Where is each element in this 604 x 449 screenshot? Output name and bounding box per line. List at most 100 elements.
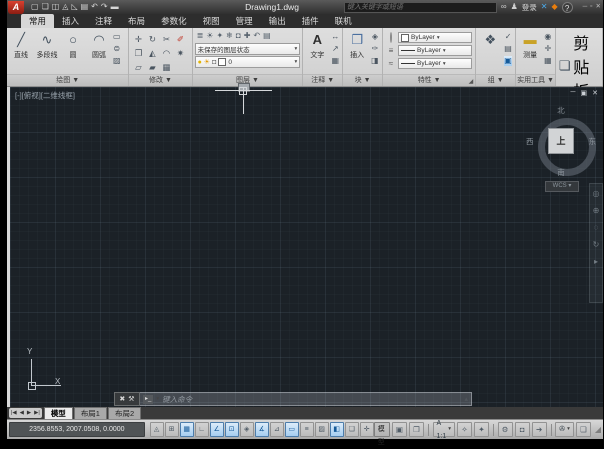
print-icon[interactable]: ▤	[81, 0, 89, 14]
layer-freeze-icon[interactable]: ❄	[226, 31, 233, 41]
annotation-visibility-button[interactable]: ✧	[457, 422, 472, 437]
showmotion-icon[interactable]: ▸	[594, 258, 598, 266]
block-panel-footer[interactable]: 块 ▼	[343, 74, 382, 86]
tab-layout1[interactable]: 布局1	[74, 407, 107, 419]
edit-attributes-icon[interactable]: ✑	[371, 44, 379, 54]
tab-plugins[interactable]: 插件	[294, 14, 327, 28]
ducs-toggle[interactable]: ⊿	[270, 422, 284, 437]
line-button[interactable]: ╱ 直线	[9, 30, 33, 74]
group-edit-icon[interactable]: ▤	[504, 44, 512, 54]
circle-button[interactable]: ○ 圆	[61, 30, 85, 74]
leader-icon[interactable]: ↗	[331, 44, 339, 54]
infocenter-search-input[interactable]	[344, 2, 497, 13]
last-layout-button[interactable]: ▶|	[34, 410, 40, 416]
dwg-close-button[interactable]: ✕	[592, 89, 598, 97]
quickview-layouts-button[interactable]: ▣	[392, 422, 407, 437]
properties-panel-footer[interactable]: 特性 ▼ ◢	[383, 74, 475, 86]
text-button[interactable]: A 文字	[305, 30, 329, 74]
copy-icon[interactable]: ❐	[131, 46, 145, 60]
help-icon[interactable]: ?	[562, 2, 573, 13]
explode-icon[interactable]: ✷	[173, 46, 187, 60]
rectangle-icon[interactable]: ▭	[113, 32, 121, 42]
viewport-controls[interactable]: [-][俯视][二维线框]	[15, 90, 75, 101]
linetype-row[interactable]: ≈ ByLayer ▾	[386, 57, 472, 70]
annotation-panel-footer[interactable]: 注释 ▼	[303, 74, 342, 86]
scale-icon[interactable]: ▰	[145, 60, 159, 74]
tab-layout2[interactable]: 布局2	[108, 407, 141, 419]
calculator-icon[interactable]: ▦	[544, 56, 552, 66]
hardware-accel-button[interactable]: ➔	[532, 422, 547, 437]
polyline-button[interactable]: ∿ 多段线	[35, 30, 59, 74]
selection-cycling-toggle[interactable]: ❏	[345, 422, 359, 437]
id-point-icon[interactable]: ◉	[544, 32, 552, 42]
undo-icon[interactable]: ↶	[91, 0, 98, 14]
orbit-icon[interactable]: ↻	[593, 241, 600, 249]
grid-toggle[interactable]: ▦	[180, 422, 194, 437]
tab-online[interactable]: 联机	[327, 14, 360, 28]
table-icon[interactable]: ▦	[331, 56, 339, 66]
annotation-scale-button[interactable]: A 1:1 ▾	[433, 422, 456, 437]
tab-model[interactable]: 模型	[44, 407, 73, 419]
object-color-row[interactable]: ByLayer ▾	[386, 31, 472, 44]
workspace-switch-button[interactable]: ⚙	[498, 422, 513, 437]
tab-layout[interactable]: 布局	[120, 14, 153, 28]
layer-dropdown[interactable]: ● ☀ ◘ 0 ▾	[195, 56, 301, 68]
tab-view[interactable]: 视图	[195, 14, 228, 28]
dimension-icon[interactable]: ↔	[331, 32, 339, 42]
measure-button[interactable]: ▬ 测量	[518, 30, 542, 74]
modify-panel-footer[interactable]: 修改 ▼	[129, 74, 191, 86]
pan-icon[interactable]: ⊕	[593, 207, 600, 215]
layer-isolate-icon[interactable]: ✦	[216, 31, 223, 41]
viewcube-top-face[interactable]: 上	[548, 128, 574, 154]
close-button[interactable]: ✕	[596, 1, 601, 13]
viewcube-east[interactable]: 东	[589, 136, 597, 147]
trim-icon[interactable]: ✂	[159, 32, 173, 46]
lineweight-row[interactable]: ≡ ByLayer ▾	[386, 44, 472, 57]
command-input[interactable]: ▸_ ▾ 键入命令 ▴	[140, 392, 472, 406]
ortho-toggle[interactable]: ∟	[195, 422, 209, 437]
application-menu-button[interactable]: A	[8, 1, 24, 14]
command-customize-icon[interactable]: ⚒	[128, 395, 134, 403]
move-icon[interactable]: ✛	[131, 32, 145, 46]
new-icon[interactable]: ▢	[31, 0, 39, 14]
tab-annotate[interactable]: 注释	[87, 14, 120, 28]
chevron-down-icon[interactable]: ▾	[156, 396, 159, 402]
layer-prev-icon[interactable]: ↶	[253, 31, 260, 41]
quick-properties-toggle[interactable]: ◧	[330, 422, 344, 437]
command-prompt-icon[interactable]: ▸_	[143, 395, 153, 404]
transparency-toggle[interactable]: ▨	[315, 422, 329, 437]
layer-state-dropdown[interactable]: 未保存的图层状态 ▾	[195, 43, 301, 55]
model-space-button[interactable]: 模型	[374, 422, 390, 437]
viewcube[interactable]: 北 南 西 东 上	[527, 103, 595, 179]
prev-layout-button[interactable]: ◀	[20, 410, 24, 416]
insert-block-button[interactable]: ❒ 插入	[345, 30, 369, 74]
ungroup-icon[interactable]: ✓	[504, 32, 512, 42]
layer-match-icon[interactable]: ✚	[244, 31, 251, 41]
block-editor-icon[interactable]: ◨	[371, 56, 379, 66]
layer-off-icon[interactable]: ☀	[206, 31, 213, 41]
tab-output[interactable]: 输出	[261, 14, 294, 28]
group-button[interactable]: ❖	[478, 30, 502, 74]
hatch-icon[interactable]: ▨	[113, 56, 121, 66]
resize-grip[interactable]: ◢	[595, 425, 601, 434]
dwg-restore-button[interactable]: ▣	[581, 89, 588, 97]
restore-button[interactable]: ▫	[590, 1, 592, 13]
draw-panel-footer[interactable]: 绘图 ▼	[7, 74, 128, 86]
rotate-icon[interactable]: ↻	[145, 32, 159, 46]
osnap3d-toggle[interactable]: ◈	[240, 422, 254, 437]
dynamic-input-toggle[interactable]: ▭	[285, 422, 299, 437]
otrack-toggle[interactable]: ∡	[255, 422, 269, 437]
erase-icon[interactable]: ✐	[173, 32, 187, 46]
first-layout-button[interactable]: |◀	[11, 410, 17, 416]
plot-icon[interactable]: ◺	[71, 0, 77, 14]
create-block-icon[interactable]: ◈	[371, 32, 379, 42]
annotation-monitor-toggle[interactable]: ✛	[360, 422, 374, 437]
tab-manage[interactable]: 管理	[228, 14, 261, 28]
lineweight-toggle[interactable]: ≡	[300, 422, 314, 437]
saveas-icon[interactable]: ◬	[62, 0, 68, 14]
ellipse-icon[interactable]: ⊜	[113, 44, 121, 54]
infer-constraints-toggle[interactable]: ◬	[150, 422, 164, 437]
quick-select-icon[interactable]: ✛	[544, 44, 552, 54]
zoom-icon[interactable]: ◌	[594, 224, 599, 232]
arc-button[interactable]: ◠ 圆弧	[87, 30, 111, 74]
